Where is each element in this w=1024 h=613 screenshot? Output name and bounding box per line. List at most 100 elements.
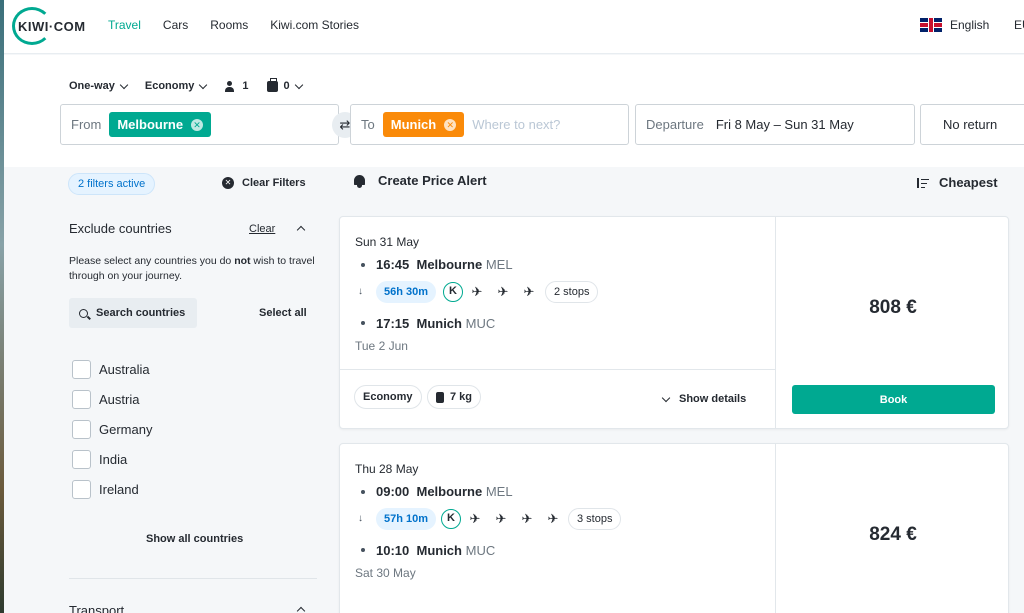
remove-to-icon[interactable]: ✕ [444, 118, 457, 131]
departure-time: 16:45 Melbourne MEL [376, 257, 513, 272]
arrow-down-icon: ↓ [358, 286, 363, 297]
uk-flag-icon [920, 18, 942, 32]
chevron-up-icon[interactable] [296, 225, 306, 235]
departure-label: Departure [646, 117, 704, 132]
plane-icon: ✈ [523, 284, 535, 299]
create-alert-label: Create Price Alert [378, 173, 487, 188]
plane-icon: ✈ [497, 284, 509, 299]
search-form: One-way Economy 1 0 From Melbourne ✕ ⇄ T… [4, 55, 1024, 167]
clear-countries-link[interactable]: Clear [249, 223, 275, 235]
nav-rooms[interactable]: Rooms [210, 18, 248, 32]
bag-count: 0 [283, 80, 290, 92]
price: 824 € [869, 524, 917, 545]
transport-section-title[interactable]: Transport [69, 603, 124, 613]
price: 808 € [869, 297, 917, 318]
plane-icon: ✈ [469, 511, 481, 526]
checkbox[interactable] [72, 449, 91, 469]
chevron-down-icon [294, 80, 303, 89]
bell-icon [352, 173, 368, 188]
chevron-down-icon [199, 80, 208, 89]
exclude-countries-title: Exclude countries [69, 221, 172, 236]
nav-cars[interactable]: Cars [163, 18, 188, 32]
sort-dropdown[interactable]: Cheapest [917, 175, 998, 190]
top-navigation-bar: KIWI·COM Travel Cars Rooms Kiwi.com Stor… [4, 0, 1024, 54]
sort-icon [917, 177, 929, 188]
from-field[interactable]: From Melbourne ✕ [60, 104, 339, 145]
passenger-count: 1 [242, 80, 249, 92]
plane-icon: ✈ [495, 511, 507, 526]
country-item[interactable]: India [72, 444, 152, 474]
checkbox[interactable] [72, 359, 91, 379]
result-card[interactable]: Sun 31 May ↓ 16:45 Melbourne MEL 56h 30m… [339, 216, 1009, 429]
from-label: From [71, 117, 102, 132]
duration-badge: 56h 30m [376, 281, 437, 303]
remove-from-icon[interactable]: ✕ [191, 118, 204, 131]
create-price-alert-button[interactable]: Create Price Alert [352, 173, 487, 188]
from-chip[interactable]: Melbourne ✕ [109, 112, 212, 137]
filters-sidebar: 2 filters active ✕ Clear Filters Exclude… [4, 167, 329, 613]
language-selector[interactable]: English [920, 18, 989, 32]
sort-label: Cheapest [939, 175, 998, 190]
show-all-countries-link[interactable]: Show all countries [146, 533, 243, 545]
show-details-button[interactable]: Show details [661, 393, 746, 405]
checkbox[interactable] [72, 389, 91, 409]
timeline-dot [361, 548, 365, 552]
country-item[interactable]: Austria [72, 384, 152, 414]
clear-filters-button[interactable]: ✕ Clear Filters [222, 177, 306, 189]
search-icon [79, 308, 88, 318]
kiwi-guarantee-icon: K [441, 509, 461, 529]
plane-icon: ✈ [521, 511, 533, 526]
clear-filters-label: Clear Filters [242, 177, 306, 189]
to-placeholder[interactable]: Where to next? [472, 117, 560, 132]
passengers-bags-dropdown[interactable]: 1 0 [224, 77, 303, 92]
stops-badge: 2 stops [545, 281, 599, 303]
logo-wordmark: KIWI·COM [18, 19, 86, 34]
nav-travel[interactable]: Travel [108, 18, 141, 32]
kiwi-logo[interactable]: KIWI·COM [12, 7, 92, 45]
return-field[interactable]: No return [920, 104, 1024, 145]
result-card[interactable]: Thu 28 May ↓ 09:00 Melbourne MEL 57h 10m… [339, 443, 1009, 613]
to-field[interactable]: To Munich ✕ Where to next? [350, 104, 629, 145]
trip-type-label: One-way [69, 80, 115, 92]
passenger-icon [224, 80, 236, 92]
to-chip[interactable]: Munich ✕ [382, 112, 465, 137]
card-divider [340, 369, 776, 370]
to-label: To [361, 117, 375, 132]
duration-badge: 57h 10m [376, 508, 437, 530]
filters-active-badge: 2 filters active [68, 173, 156, 195]
checkbox[interactable] [72, 419, 91, 439]
country-item[interactable]: Ireland [72, 474, 152, 504]
divider [69, 578, 317, 579]
trip-type-dropdown[interactable]: One-way [69, 80, 129, 92]
luggage-icon [436, 391, 444, 403]
exclude-help-text: Please select any countries you do not w… [69, 255, 315, 282]
chevron-down-icon [661, 393, 671, 402]
kiwi-guarantee-icon: K [443, 282, 463, 302]
language-label: English [950, 18, 990, 32]
currency-selector[interactable]: EU [1014, 18, 1024, 32]
cabin-dropdown[interactable]: Economy [144, 80, 208, 92]
timeline-dot [361, 263, 365, 267]
country-list: Australia Austria Germany India Ireland [72, 354, 152, 504]
chevron-up-icon[interactable] [296, 606, 306, 613]
arrival-time: 17:15 Munich MUC [376, 316, 496, 331]
arrival-date: Tue 2 Jun [355, 339, 408, 353]
timeline-dot [361, 321, 365, 325]
search-countries-button[interactable]: Search countries [69, 298, 197, 328]
departure-field[interactable]: Departure Fri 8 May – Sun 31 May [635, 104, 915, 145]
search-countries-label: Search countries [96, 307, 186, 319]
from-chip-label: Melbourne [117, 117, 184, 132]
chevron-down-icon [119, 80, 129, 89]
book-button[interactable]: Book [792, 385, 995, 414]
country-item[interactable]: Germany [72, 414, 152, 444]
nav-stories[interactable]: Kiwi.com Stories [270, 18, 359, 32]
stops-badge: 3 stops [568, 508, 622, 530]
cabin-tag: Economy [354, 385, 422, 409]
cabin-label: Economy [144, 80, 195, 92]
departure-date: Thu 28 May [355, 462, 419, 476]
country-item[interactable]: Australia [72, 354, 152, 384]
checkbox[interactable] [72, 479, 91, 499]
select-all-link[interactable]: Select all [259, 307, 307, 319]
departure-time: 09:00 Melbourne MEL [376, 484, 513, 499]
arrival-date: Sat 30 May [355, 566, 416, 580]
